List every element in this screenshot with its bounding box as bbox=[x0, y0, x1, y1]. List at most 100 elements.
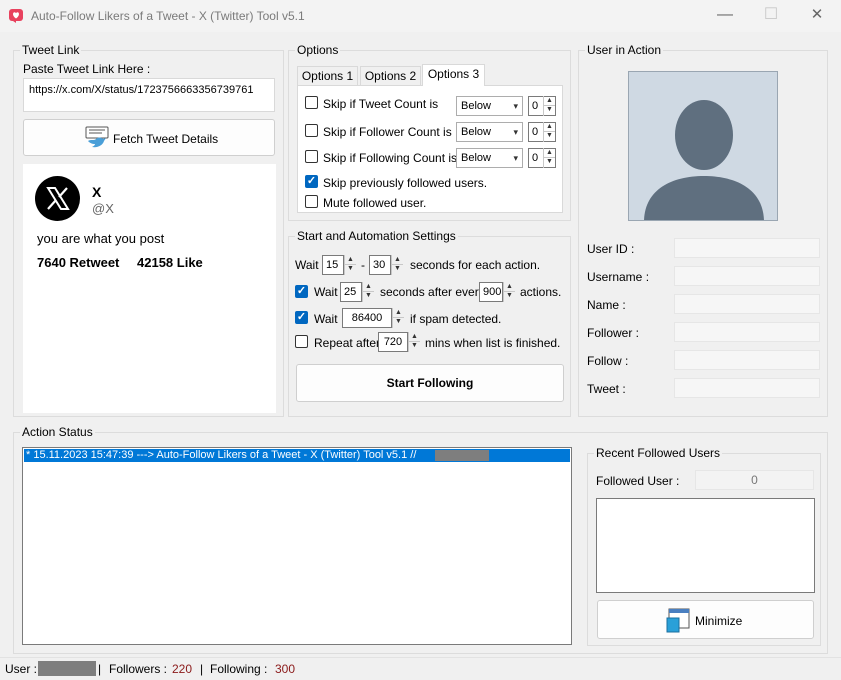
status-following-label: Following : bbox=[210, 662, 268, 676]
spam-wait-checkbox[interactable]: ✓ bbox=[295, 311, 308, 324]
wait-min-input[interactable]: 15 bbox=[322, 255, 344, 275]
followed-user-label: Followed User : bbox=[596, 474, 680, 488]
spin-down-icon[interactable]: ▼ bbox=[504, 291, 515, 301]
tab-join bbox=[423, 84, 484, 87]
skip-follower-count-checkbox[interactable] bbox=[305, 124, 318, 137]
spin-down-icon[interactable]: ▼ bbox=[544, 157, 555, 167]
spin-down-icon[interactable]: ▼ bbox=[363, 291, 374, 301]
wait-max-value: 30 bbox=[373, 259, 386, 271]
maximize-window-button[interactable]: ☐ bbox=[748, 0, 794, 32]
tab-options-2[interactable]: Options 2 bbox=[360, 66, 421, 86]
action-log-list[interactable] bbox=[22, 447, 572, 645]
wait-after-every-checkbox[interactable]: ✓ bbox=[295, 285, 308, 298]
wait-max-input[interactable]: 30 bbox=[369, 255, 391, 275]
seconds-each-label: seconds for each action. bbox=[410, 258, 541, 272]
action-status-group-title: Action Status bbox=[20, 425, 95, 439]
skip-following-count-checkbox[interactable] bbox=[305, 150, 318, 163]
tweet-author-name: X bbox=[92, 184, 102, 200]
follower-count-value: 0 bbox=[532, 126, 539, 138]
wait-after-value: 25 bbox=[344, 286, 357, 298]
tweet-author-handle: @X bbox=[92, 201, 114, 216]
wait-after-spinner[interactable]: ▲ ▼ bbox=[362, 282, 374, 302]
follower-count-compare-select[interactable]: Below ▾ bbox=[456, 122, 523, 142]
status-following-value: 300 bbox=[275, 662, 296, 676]
name-label: Name : bbox=[587, 298, 626, 312]
every-actions-spinner[interactable]: ▲ ▼ bbox=[503, 282, 515, 302]
spin-down-icon[interactable]: ▼ bbox=[393, 317, 404, 327]
wait-min-value: 15 bbox=[326, 259, 339, 271]
wait-min-spinner[interactable]: ▲ ▼ bbox=[344, 255, 356, 275]
skip-follower-count-label: Skip if Follower Count is bbox=[323, 125, 452, 139]
tweet-count-compare-value: Below bbox=[461, 100, 491, 112]
tab-options-3[interactable]: Options 3 bbox=[422, 64, 485, 86]
skip-previously-followed-checkbox[interactable]: ✓ bbox=[305, 175, 318, 188]
repeat-after-input[interactable]: 720 bbox=[378, 332, 408, 352]
minimize-window-button[interactable]: — bbox=[702, 0, 748, 32]
fetch-button-label: Fetch Tweet Details bbox=[113, 132, 219, 146]
status-followers-value: 220 bbox=[172, 662, 193, 676]
minimize-window-icon bbox=[666, 608, 690, 633]
spam-wait-spinner[interactable]: ▲ ▼ bbox=[392, 308, 404, 328]
spin-down-icon[interactable]: ▼ bbox=[345, 264, 356, 274]
status-user-redacted bbox=[38, 661, 96, 676]
spin-down-icon[interactable]: ▼ bbox=[392, 264, 403, 274]
options-group-title: Options bbox=[295, 43, 341, 57]
fetch-tweet-details-button[interactable]: Fetch Tweet Details bbox=[23, 119, 275, 156]
follower-count-spinner[interactable]: ▲ ▼ bbox=[543, 122, 555, 142]
follower-field bbox=[674, 322, 820, 342]
seconds-after-label: seconds after every bbox=[380, 285, 485, 299]
tweet-count-compare-select[interactable]: Below ▾ bbox=[456, 96, 523, 116]
skip-previously-followed-label: Skip previously followed users. bbox=[323, 176, 488, 190]
wait3-label: Wait bbox=[314, 312, 338, 326]
username-field bbox=[674, 266, 820, 286]
tweet-label: Tweet : bbox=[587, 382, 626, 396]
wait-dash: - bbox=[361, 258, 365, 272]
recent-followed-list[interactable] bbox=[596, 498, 815, 593]
app-heart-icon bbox=[8, 8, 24, 24]
spin-down-icon[interactable]: ▼ bbox=[544, 105, 555, 115]
repeat-after-value: 720 bbox=[383, 336, 403, 348]
tweet-count-value: 0 bbox=[532, 100, 539, 112]
tab-options-1[interactable]: Options 1 bbox=[297, 66, 358, 86]
followed-user-count: 0 bbox=[695, 470, 814, 490]
status-separator: | bbox=[200, 662, 204, 676]
tweet-link-group-title: Tweet Link bbox=[20, 43, 82, 57]
name-field bbox=[674, 294, 820, 314]
spin-down-icon[interactable]: ▼ bbox=[544, 131, 555, 141]
user-id-label: User ID : bbox=[587, 242, 635, 256]
window-title: Auto-Follow Likers of a Tweet - X (Twitt… bbox=[31, 9, 305, 23]
status-user-label: User : bbox=[5, 662, 38, 676]
tweet-like-count: 42158 Like bbox=[137, 255, 203, 270]
repeat-checkbox[interactable] bbox=[295, 335, 308, 348]
wait-label: Wait bbox=[295, 258, 319, 272]
every-actions-value: 900 bbox=[483, 286, 502, 298]
repeat-after-spinner[interactable]: ▲ ▼ bbox=[408, 332, 420, 352]
redacted-block bbox=[435, 450, 489, 461]
following-count-spinner[interactable]: ▲ ▼ bbox=[543, 148, 555, 168]
log-selected-row[interactable]: * 15.11.2023 15:47:39 ---> Auto-Follow L… bbox=[24, 449, 570, 462]
wait-after-input[interactable]: 25 bbox=[340, 282, 362, 302]
spam-wait-input[interactable]: 86400 bbox=[342, 308, 392, 328]
skip-tweet-count-checkbox[interactable] bbox=[305, 96, 318, 109]
following-count-compare-select[interactable]: Below ▾ bbox=[456, 148, 523, 168]
fetch-bird-icon bbox=[84, 126, 110, 150]
following-count-value: 0 bbox=[532, 152, 539, 164]
following-count-compare-value: Below bbox=[461, 152, 491, 164]
mute-followed-checkbox[interactable] bbox=[305, 195, 318, 208]
tweet-url-input[interactable]: https://x.com/X/status/17237566633567397… bbox=[23, 78, 275, 112]
every-actions-input[interactable]: 900 bbox=[479, 282, 503, 302]
minimize-button[interactable]: Minimize bbox=[597, 600, 814, 639]
tweet-count-spinner[interactable]: ▲ ▼ bbox=[543, 96, 555, 116]
chevron-down-icon: ▾ bbox=[513, 127, 518, 137]
follower-count-compare-value: Below bbox=[461, 126, 491, 138]
skip-tweet-count-label: Skip if Tweet Count is bbox=[323, 97, 439, 111]
user-avatar-placeholder-icon bbox=[628, 71, 778, 221]
spin-down-icon[interactable]: ▼ bbox=[409, 341, 420, 351]
mute-followed-label: Mute followed user. bbox=[323, 196, 427, 210]
chevron-down-icon: ▾ bbox=[513, 101, 518, 111]
wait-max-spinner[interactable]: ▲ ▼ bbox=[391, 255, 403, 275]
start-following-button[interactable]: Start Following bbox=[296, 364, 564, 402]
tweet-field bbox=[674, 378, 820, 398]
automation-group-title: Start and Automation Settings bbox=[295, 229, 458, 243]
close-window-button[interactable]: ✕ bbox=[794, 0, 840, 32]
